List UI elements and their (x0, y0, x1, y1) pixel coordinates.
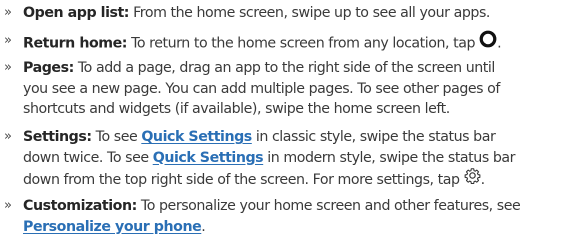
bullet-icon: » (4, 198, 12, 213)
bullet-icon: » (4, 5, 12, 20)
item-text-end: . (201, 218, 206, 235)
item-text: To add a page, drag an app to the right … (77, 60, 495, 76)
line: down twice. To see Quick Settings in mod… (0, 148, 585, 169)
list-item-open-app-list: » Open app list: From the home screen, s… (0, 3, 585, 24)
line: shortcuts and widgets (if available), sw… (0, 99, 585, 120)
item-text-end: . (480, 171, 486, 188)
line: » Customization: To personalize your hom… (0, 196, 585, 217)
personalize-your-phone-link[interactable]: Personalize your phone (23, 219, 202, 235)
item-text: in modern style, swipe the status bar (267, 149, 516, 166)
line: you see a new page. You can add multiple… (0, 79, 585, 100)
item-term: Return home: (23, 35, 127, 52)
item-text: in classic style, swipe the status bar (255, 129, 496, 145)
list-item-pages: » Pages: To add a page, drag an app to t… (0, 58, 585, 120)
line: » Return home: To return to the home scr… (0, 30, 585, 55)
bullet-icon: » (4, 33, 12, 48)
instruction-list: » Open app list: From the home screen, s… (0, 0, 585, 246)
quick-settings-link[interactable]: Quick Settings (141, 129, 252, 145)
line: » Pages: To add a page, drag an app to t… (0, 58, 585, 79)
bullet-icon: » (4, 129, 12, 144)
item-text-end: . (497, 35, 502, 52)
list-item-return-home: » Return home: To return to the home scr… (0, 30, 585, 55)
gear-icon (464, 167, 481, 191)
item-term: Pages: (23, 60, 74, 76)
item-text: To see (95, 129, 138, 145)
line: Personalize your phone. (0, 217, 585, 238)
home-circle-icon (479, 30, 497, 55)
item-term: Open app list: (23, 5, 130, 21)
line: down from the top right side of the scre… (0, 168, 585, 189)
quick-settings-link[interactable]: Quick Settings (153, 150, 264, 166)
item-text: shortcuts and widgets (if available), sw… (23, 101, 450, 117)
list-item-settings: » Settings: To see Quick Settings in cla… (0, 127, 585, 189)
item-text: down twice. To see (23, 149, 149, 166)
item-text: To return to the home screen from any lo… (131, 35, 476, 52)
line: » Open app list: From the home screen, s… (0, 3, 585, 24)
line: » Settings: To see Quick Settings in cla… (0, 127, 585, 148)
list-item-customization: » Customization: To personalize your hom… (0, 196, 585, 237)
item-term: Settings: (23, 129, 92, 145)
item-term: Customization: (23, 198, 137, 214)
item-text: you see a new page. You can add multiple… (23, 80, 500, 97)
bullet-icon: » (4, 60, 12, 75)
item-text: From the home screen, swipe up to see al… (133, 5, 490, 21)
item-text: down from the top right side of the scre… (23, 171, 460, 188)
item-text: To personalize your home screen and othe… (140, 198, 521, 214)
